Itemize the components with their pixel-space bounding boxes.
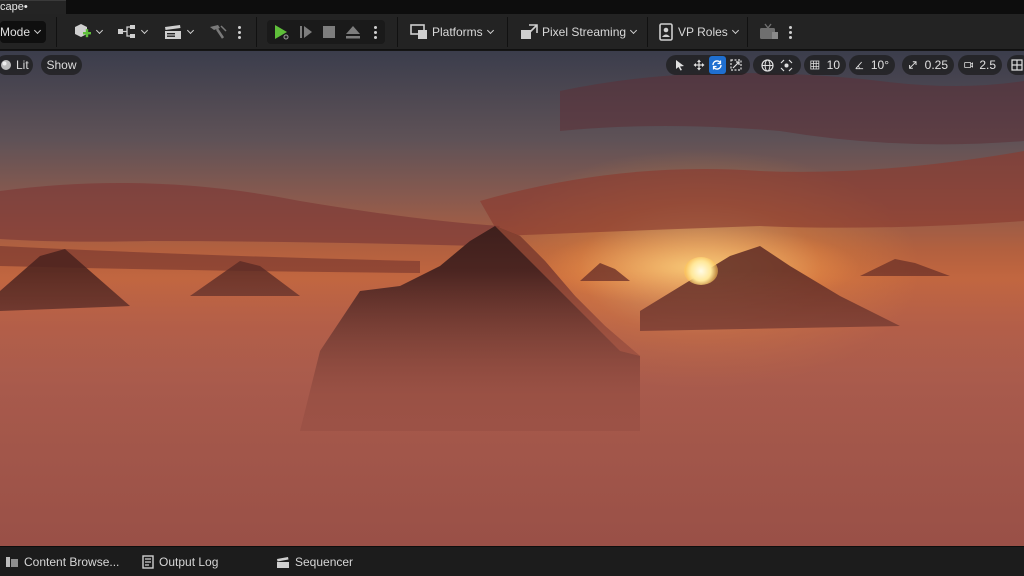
output-log-label: Output Log (159, 555, 219, 569)
add-actor-icon (75, 24, 91, 38)
scale-snap-control[interactable]: 0.25 (902, 55, 954, 75)
folder-stack-icon (6, 557, 18, 567)
grid-snap-value: 10 (826, 58, 840, 72)
lit-sphere-icon (1, 60, 11, 70)
bottom-drawer-bar: Content Browse... Output Log Sequencer (0, 546, 1024, 576)
play-button[interactable] (272, 14, 290, 50)
scene-render (0, 73, 1024, 546)
camera-speed-value: 2.5 (979, 58, 996, 72)
vp-roles-icon (659, 23, 673, 41)
build-icon (210, 25, 227, 39)
rotation-snap-control[interactable]: 10° (849, 55, 895, 75)
add-actor-button[interactable] (72, 14, 105, 50)
eject-button[interactable] (345, 14, 361, 50)
mode-dropdown[interactable]: Mode (0, 21, 46, 43)
show-label: Show (46, 58, 77, 72)
toolbar-divider (56, 17, 57, 47)
vp-roles-dropdown[interactable]: VP Roles (658, 14, 741, 50)
play-options-button[interactable] (373, 14, 377, 50)
tv-button[interactable] (759, 14, 779, 50)
scale-snap-icon (909, 61, 917, 69)
rotation-snap-value: 10° (870, 58, 889, 72)
chevron-down-icon (186, 27, 196, 37)
stop-icon (323, 26, 335, 38)
layout-icon (1011, 59, 1023, 71)
view-mode-button[interactable]: Lit (0, 55, 33, 75)
cinematics-button[interactable] (163, 14, 196, 50)
pixel-streaming-label: Pixel Streaming (542, 25, 627, 39)
sequencer-label: Sequencer (295, 555, 354, 569)
platforms-dropdown[interactable]: Platforms (410, 14, 496, 50)
camera-speed-control[interactable]: 2.5 (958, 55, 1002, 75)
build-button[interactable] (208, 14, 228, 50)
scale-icon[interactable] (728, 56, 745, 74)
content-browser-tab[interactable]: Content Browse... (5, 547, 119, 576)
chevron-down-icon (140, 27, 150, 37)
mode-label: Mode (0, 25, 31, 39)
camera-icon (964, 61, 974, 69)
grid-icon (810, 60, 820, 70)
step-button[interactable] (298, 14, 314, 50)
level-tab[interactable]: cape• (0, 0, 66, 14)
kebab-icon (788, 25, 792, 39)
play-icon (275, 25, 289, 40)
vp-roles-label: VP Roles (678, 25, 728, 39)
chevron-down-icon (95, 27, 105, 37)
scale-snap-value: 0.25 (924, 58, 948, 72)
coordinate-tools (753, 55, 801, 75)
output-log-icon (142, 555, 154, 569)
chevron-down-icon (731, 27, 741, 37)
chevron-down-icon (629, 27, 639, 37)
title-strip: cape• (0, 0, 1024, 14)
toolbar-options-button[interactable] (788, 14, 792, 50)
chevron-down-icon (33, 27, 43, 37)
toolbar-divider (256, 17, 257, 47)
cinematics-icon (165, 25, 181, 39)
sun (684, 257, 718, 285)
toolbar-divider (747, 17, 748, 47)
sequencer-tab[interactable]: Sequencer (276, 547, 353, 576)
platforms-label: Platforms (432, 25, 483, 39)
chevron-down-icon (486, 27, 496, 37)
build-options-button[interactable] (237, 14, 241, 50)
kebab-icon (373, 25, 377, 39)
kebab-icon (237, 25, 241, 39)
toolbar-divider (397, 17, 398, 47)
toolbar-divider (647, 17, 648, 47)
stop-button[interactable] (322, 14, 336, 50)
step-icon (300, 26, 312, 38)
surface-snap-icon[interactable] (778, 56, 795, 74)
output-log-tab[interactable]: Output Log (142, 547, 218, 576)
clapperboard-icon (277, 556, 289, 568)
pixel-streaming-dropdown[interactable]: Pixel Streaming (520, 14, 639, 50)
platforms-icon (410, 24, 427, 39)
select-icon[interactable] (672, 56, 689, 74)
viewport-layout-button[interactable] (1007, 55, 1024, 75)
toolbar-divider (507, 17, 508, 47)
rotate-icon[interactable] (709, 56, 726, 74)
world-icon[interactable] (759, 56, 776, 74)
tv-icon (760, 23, 778, 39)
lit-label: Lit (16, 58, 29, 72)
angle-icon (855, 61, 864, 70)
blueprint-icon (118, 25, 135, 38)
eject-icon (346, 26, 360, 39)
show-button[interactable]: Show (41, 55, 82, 75)
pixel-streaming-icon (521, 24, 538, 39)
grid-snap-control[interactable]: 10 (804, 55, 846, 75)
content-browser-label: Content Browse... (24, 555, 120, 569)
transform-tools (666, 55, 750, 75)
blueprint-button[interactable] (117, 14, 150, 50)
translate-icon[interactable] (691, 56, 708, 74)
main-toolbar: Mode Platforms Pixel Streaming VP Roles (0, 14, 1024, 50)
level-viewport[interactable]: Lit Show 10 10° 0.25 2.5 (0, 51, 1024, 546)
